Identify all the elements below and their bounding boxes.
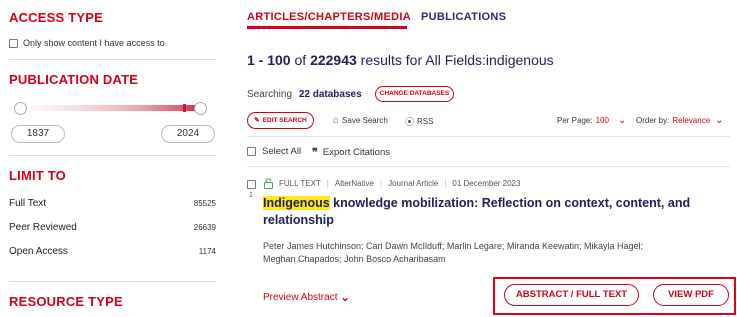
title-line2: relationship xyxy=(263,213,334,227)
result-meta: FULL TEXT | AlterNative | Journal Articl… xyxy=(264,178,520,189)
meta-separator: | xyxy=(444,179,447,188)
full-text-badge: FULL TEXT xyxy=(279,179,321,188)
resource-type-heading: RESOURCE TYPE xyxy=(9,294,123,309)
results-total: 222943 xyxy=(310,52,357,68)
access-checkbox-label: Only show content I have access to xyxy=(23,38,165,48)
results-of: of xyxy=(294,52,307,68)
limit-item-open-access[interactable]: Open Access 1174 xyxy=(9,246,216,257)
select-all-row[interactable]: Select All xyxy=(247,146,301,157)
pencil-icon: ✎ xyxy=(254,117,260,124)
view-pdf-button[interactable]: VIEW PDF xyxy=(653,284,729,306)
tab-articles[interactable]: ARTICLES/CHAPTERS/MEDIA xyxy=(247,11,411,23)
tab-publications[interactable]: PUBLICATIONS xyxy=(421,11,506,23)
per-page-value: 100 xyxy=(595,116,609,125)
date-slider-max-thumb[interactable] xyxy=(194,102,207,115)
export-citations-link[interactable]: ❞ Export Citations xyxy=(312,146,390,159)
limit-item-full-text[interactable]: Full Text 85525 xyxy=(9,198,216,209)
result-date: 01 December 2023 xyxy=(452,179,521,188)
result-authors: Peter James Hutchinson; Cari Dawn McIldu… xyxy=(263,240,643,266)
change-databases-button[interactable]: CHANGE DATABASES xyxy=(375,86,454,102)
chevron-down-icon: ⌄ xyxy=(340,292,350,304)
access-type-heading: ACCESS TYPE xyxy=(9,10,103,25)
result-type: Journal Article xyxy=(388,179,439,188)
order-by-control[interactable]: Order by: Relevance ⌄ xyxy=(636,115,724,126)
date-range-track[interactable] xyxy=(20,105,202,111)
results-query: results for All Fields:indigenous xyxy=(360,52,554,68)
export-citations-label: Export Citations xyxy=(322,147,390,158)
date-slider-min-thumb[interactable] xyxy=(14,102,27,115)
from-year-input[interactable]: 1837 xyxy=(11,125,65,143)
title-highlight: Indigenous xyxy=(263,196,330,210)
rss-link[interactable]: ⦿ RSS xyxy=(405,115,433,128)
save-search-link[interactable]: ⌂ Save Search xyxy=(333,115,388,126)
edit-search-label: EDIT SEARCH xyxy=(262,117,307,124)
select-all-label: Select All xyxy=(262,146,302,157)
result-number: 1 xyxy=(249,192,253,199)
divider xyxy=(9,281,216,282)
limit-item-count: 26639 xyxy=(193,223,216,232)
abstract-full-text-button[interactable]: ABSTRACT / FULL TEXT xyxy=(504,284,639,306)
results-range: 1 - 100 xyxy=(247,52,291,68)
preview-abstract-link[interactable]: Preview Abstract ⌄ xyxy=(263,291,350,304)
chevron-down-icon: ⌄ xyxy=(617,115,627,126)
limit-item-label: Full Text xyxy=(9,198,47,209)
per-page-label: Per Page: xyxy=(557,116,593,125)
to-year-input[interactable]: 2024 xyxy=(161,125,215,143)
meta-separator: | xyxy=(326,179,329,188)
limit-item-count: 1174 xyxy=(198,247,216,256)
searching-label: Searching xyxy=(247,89,293,100)
edit-search-button[interactable]: ✎ EDIT SEARCH xyxy=(247,112,314,129)
divider xyxy=(9,155,216,156)
order-by-value: Relevance xyxy=(672,116,711,125)
access-checkbox-row[interactable]: Only show content I have access to xyxy=(9,38,165,48)
meta-separator: | xyxy=(380,179,383,188)
range-marker xyxy=(183,104,186,112)
unlock-icon xyxy=(264,178,273,189)
limit-to-heading: LIMIT TO xyxy=(9,168,66,183)
limit-item-count: 85525 xyxy=(193,199,216,208)
quote-icon: ❞ xyxy=(312,147,318,159)
limit-item-peer-reviewed[interactable]: Peer Reviewed 26639 xyxy=(9,222,216,233)
limit-item-label: Peer Reviewed xyxy=(9,222,77,233)
preview-abstract-label: Preview Abstract xyxy=(263,292,338,303)
rss-icon: ⦿ xyxy=(405,117,415,127)
divider xyxy=(247,136,730,137)
select-all-checkbox[interactable] xyxy=(247,147,256,156)
result-title-link[interactable]: Indigenous knowledge mobilization: Refle… xyxy=(263,195,703,229)
active-tab-underline xyxy=(247,26,407,29)
divider xyxy=(9,59,216,60)
databases-count: 22 databases xyxy=(298,89,362,100)
rss-label: RSS xyxy=(417,117,434,126)
access-checkbox[interactable] xyxy=(9,38,18,48)
results-summary: 1 - 100 of 222943 results for All Fields… xyxy=(247,52,554,68)
save-search-label: Save Search xyxy=(342,116,388,125)
chevron-down-icon: ⌄ xyxy=(715,115,724,126)
publication-date-heading: PUBLICATION DATE xyxy=(9,72,139,87)
divider xyxy=(247,166,730,167)
result-checkbox[interactable] xyxy=(247,180,256,189)
title-rest: knowledge mobilization: Reflection on co… xyxy=(329,196,691,210)
result-source: AlterNative xyxy=(334,179,374,188)
databases-row: Searching 22 databases xyxy=(247,89,362,100)
per-page-control[interactable]: Per Page: 100 ⌄ xyxy=(557,115,626,126)
authors-line2: Meghan Chapados; John Bosco Acharibasam xyxy=(263,254,446,264)
tag-icon: ⌂ xyxy=(333,115,340,126)
authors-line1: Peter James Hutchinson; Cari Dawn McIldu… xyxy=(263,241,643,251)
limit-item-label: Open Access xyxy=(9,246,68,257)
order-by-label: Order by: xyxy=(636,116,670,125)
